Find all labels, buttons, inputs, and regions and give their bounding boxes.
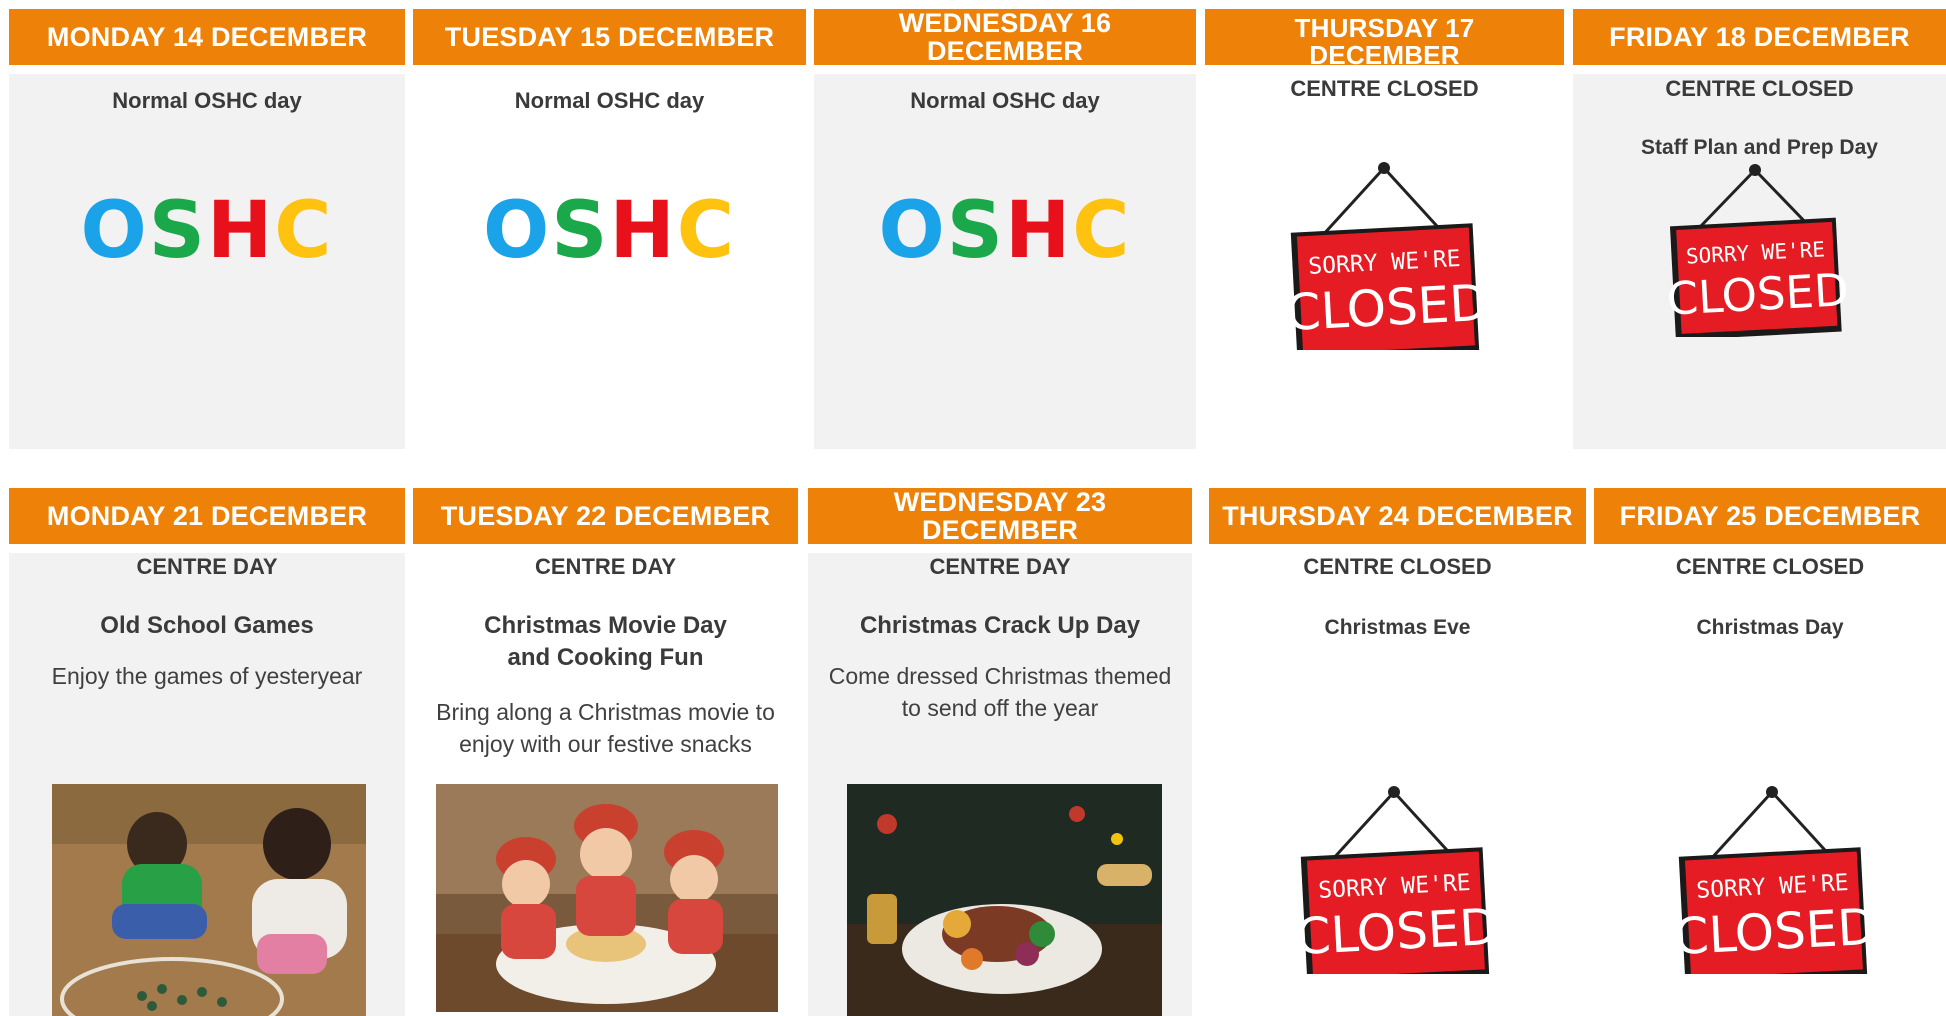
day-status: Normal OSHC day — [112, 88, 302, 113]
day-status: CENTRE DAY — [136, 554, 278, 579]
oshc-letter-o: O — [80, 186, 149, 276]
day-header-friday-25: FRIDAY 25 DECEMBER — [1594, 488, 1946, 544]
day-description: Bring along a Christmas movie to enjoy w… — [413, 696, 798, 760]
day-title: Christmas Movie Day and Cooking Fun — [413, 610, 798, 674]
day-card-wednesday-23: CENTRE DAY Christmas Crack Up Day Come d… — [808, 553, 1192, 1016]
day-description-line-1: Bring along a Christmas movie to — [436, 699, 775, 725]
oshc-letter-s: S — [148, 186, 207, 276]
day-description: Enjoy the games of yesteryear — [51, 663, 363, 689]
oshc-letter-h: H — [609, 186, 677, 276]
day-description-line-2: to send off the year — [901, 695, 1099, 721]
day-header-thursday-17: THURSDAY 17 DECEMBER — [1205, 9, 1564, 65]
day-header-tuesday-15: TUESDAY 15 DECEMBER — [413, 9, 806, 65]
day-card-thursday-24: CENTRE CLOSED Christmas Eve SORRY WE'RE … — [1209, 553, 1586, 1016]
closed-sign-line-2: CLOSED — [1294, 898, 1496, 967]
day-subtitle: Christmas Day — [1696, 616, 1844, 639]
day-header-tuesday-22: TUESDAY 22 DECEMBER — [413, 488, 798, 544]
day-status: CENTRE CLOSED — [1290, 76, 1479, 101]
christmas-dinner-photo — [847, 784, 1162, 1016]
day-title: Old School Games — [100, 612, 314, 639]
day-description-line-2: enjoy with our festive snacks — [459, 731, 752, 757]
oshc-letter-o: O — [878, 186, 947, 276]
oshc-letter-s: S — [946, 186, 1005, 276]
day-status: CENTRE CLOSED — [1665, 76, 1854, 101]
day-subtitle: Christmas Eve — [1324, 616, 1471, 639]
children-baking-photo — [436, 784, 778, 1012]
oshc-logo: OSHC — [9, 186, 405, 276]
closed-sign-line-2: CLOSED — [1672, 898, 1874, 967]
closed-sign-icon: SORRY WE'RE CLOSED — [1672, 786, 1874, 974]
day-status: Normal OSHC day — [910, 88, 1100, 113]
closed-sign-line-2: CLOSED — [1284, 274, 1486, 343]
day-status: CENTRE CLOSED — [1675, 554, 1865, 579]
closed-sign-icon: SORRY WE'RE CLOSED — [1284, 162, 1486, 350]
header-line-1: THURSDAY 17 — [1294, 13, 1475, 43]
day-card-wednesday-16: Normal OSHC day OSHC — [814, 74, 1196, 449]
day-description-line-1: Come dressed Christmas themed — [828, 663, 1172, 689]
closed-sign-line-2: CLOSED — [1665, 263, 1847, 325]
oshc-letter-c: C — [676, 186, 737, 276]
closed-sign-icon: SORRY WE'RE CLOSED — [1665, 164, 1847, 337]
day-card-monday-21: CENTRE DAY Old School Games Enjoy the ga… — [9, 553, 405, 1016]
day-card-friday-18: CENTRE CLOSED Staff Plan and Prep Day SO… — [1573, 74, 1946, 449]
day-header-wednesday-23: WEDNESDAY 23 DECEMBER — [808, 487, 1192, 544]
day-title-line-2: and Cooking Fun — [507, 644, 704, 671]
oshc-letter-h: H — [206, 186, 275, 276]
day-title: Christmas Crack Up Day — [859, 612, 1141, 639]
day-header-monday-14: MONDAY 14 DECEMBER — [9, 9, 405, 65]
day-card-friday-25: CENTRE CLOSED Christmas Day SORRY WE'RE … — [1594, 553, 1946, 1016]
day-card-tuesday-15: Normal OSHC day OSHC — [413, 74, 806, 449]
oshc-letter-c: C — [274, 186, 334, 276]
oshc-letter-c: C — [1072, 186, 1132, 276]
header-line-2: DECEMBER — [1309, 40, 1460, 65]
oshc-logo: OSHC — [814, 186, 1196, 276]
day-title-line-1: Christmas Movie Day — [484, 612, 727, 639]
day-card-thursday-17: CENTRE CLOSED SORRY WE'RE CLOSED — [1205, 74, 1564, 449]
day-header-thursday-24: THURSDAY 24 DECEMBER — [1209, 488, 1586, 544]
closed-sign-icon: SORRY WE'RE CLOSED — [1294, 786, 1496, 974]
day-header-wednesday-16: WEDNESDAY 16 DECEMBER — [814, 8, 1196, 65]
children-playing-marbles-photo — [52, 784, 366, 1016]
day-card-tuesday-22: CENTRE DAY Christmas Movie Day and Cooki… — [413, 553, 798, 1016]
day-card-monday-14: Normal OSHC day OSHC — [9, 74, 405, 449]
day-status: CENTRE DAY — [929, 554, 1071, 579]
oshc-letter-h: H — [1004, 186, 1073, 276]
oshc-letter-s: S — [551, 186, 610, 276]
day-header-friday-18: FRIDAY 18 DECEMBER — [1573, 9, 1946, 65]
day-description: Come dressed Christmas themed to send of… — [808, 660, 1192, 724]
day-status: Normal OSHC day — [514, 88, 705, 113]
day-subtitle: Staff Plan and Prep Day — [1641, 136, 1878, 159]
day-header-monday-21: MONDAY 21 DECEMBER — [9, 488, 405, 544]
oshc-letter-o: O — [482, 186, 552, 276]
day-status: CENTRE CLOSED — [1303, 554, 1492, 579]
day-status: CENTRE DAY — [535, 554, 676, 579]
oshc-logo: OSHC — [413, 186, 806, 276]
